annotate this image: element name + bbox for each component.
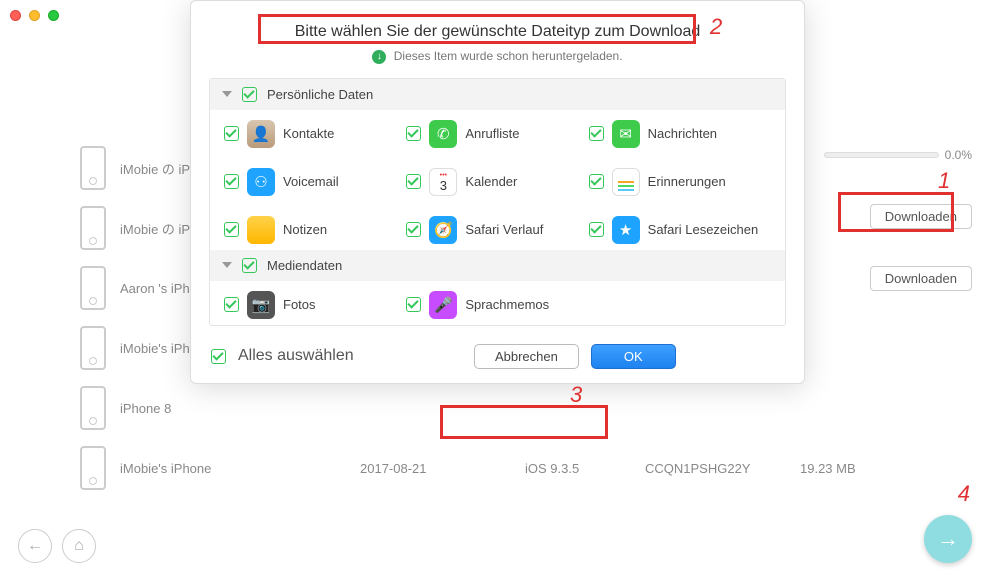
item-label: Fotos [283, 297, 316, 312]
datatype-modal: Bitte wählen Sie der gewünschte Dateityp… [190, 0, 805, 384]
table-row[interactable]: iMobie's iPhone 2017-08-21 iOS 9.3.5 CCQ… [80, 446, 974, 490]
item-label: Notizen [283, 222, 327, 237]
item-label: Nachrichten [648, 126, 717, 141]
section-label: Mediendaten [267, 258, 342, 273]
download-button[interactable]: Downloaden [870, 266, 972, 291]
annotation-number: 3 [570, 382, 582, 408]
item-messages[interactable]: ✉ Nachrichten [589, 120, 771, 148]
checkbox[interactable] [589, 126, 604, 141]
contacts-icon: 👤 [247, 120, 275, 148]
notes-icon [247, 216, 275, 244]
checkbox[interactable] [242, 258, 257, 273]
backup-size: 19.23 MB [800, 461, 856, 476]
phone-icon [80, 266, 106, 310]
device-udid: CCQN1PSHG22Y [645, 461, 750, 476]
checkbox[interactable] [406, 297, 421, 312]
phone-icon [80, 206, 106, 250]
ok-button[interactable]: OK [591, 344, 676, 369]
table-row[interactable]: iPhone 8 [80, 386, 974, 430]
item-reminders[interactable]: Erinnerungen [589, 168, 771, 196]
checkbox[interactable] [224, 297, 239, 312]
device-name: iPhone 8 [120, 401, 300, 416]
checkbox[interactable] [406, 174, 421, 189]
checkbox[interactable] [406, 126, 421, 141]
item-voicemail[interactable]: ⚇ Voicemail [224, 168, 406, 196]
section-personal[interactable]: Persönliche Daten [210, 79, 785, 110]
bottom-nav: ← ⌂ [18, 529, 96, 563]
phone-icon: ✆ [429, 120, 457, 148]
item-label: Safari Verlauf [465, 222, 543, 237]
cancel-button[interactable]: Abbrechen [474, 344, 579, 369]
downloaded-icon: ↓ [372, 50, 386, 64]
phone-icon [80, 446, 106, 490]
progress-pct: 0.0% [945, 148, 972, 162]
checkbox[interactable] [589, 222, 604, 237]
item-calls[interactable]: ✆ Anrufliste [406, 120, 588, 148]
item-safari-bookmarks[interactable]: ★ Safari Lesezeichen [589, 216, 771, 244]
camera-icon: 📷 [247, 291, 275, 319]
reminders-icon [612, 168, 640, 196]
chevron-down-icon [222, 91, 232, 97]
checkbox-select-all[interactable] [211, 349, 226, 364]
item-contacts[interactable]: 👤 Kontakte [224, 120, 406, 148]
voicemail-icon: ⚇ [247, 168, 275, 196]
type-panel: Persönliche Daten 👤Kontakte ✆Anrufliste … [209, 78, 786, 326]
checkbox[interactable] [242, 87, 257, 102]
mic-icon: 🎤 [429, 291, 457, 319]
already-text: Dieses Item wurde schon heruntergeladen. [394, 49, 623, 63]
checkbox[interactable] [224, 126, 239, 141]
section-media[interactable]: Mediendaten [210, 250, 785, 281]
next-button[interactable]: → [924, 515, 972, 563]
ios-version: iOS 9.3.5 [525, 461, 579, 476]
checkbox[interactable] [406, 222, 421, 237]
item-label: Erinnerungen [648, 174, 726, 189]
backup-date: 2017-08-21 [360, 461, 427, 476]
device-name: iMobie's iPhone [120, 461, 300, 476]
annotation-number: 1 [938, 168, 950, 194]
bookmark-icon: ★ [612, 216, 640, 244]
item-label: Kalender [465, 174, 517, 189]
item-label: Voicemail [283, 174, 339, 189]
calendar-icon: •••3 [429, 168, 457, 196]
section-label: Persönliche Daten [267, 87, 373, 102]
safari-icon: 🧭 [429, 216, 457, 244]
home-button[interactable]: ⌂ [62, 529, 96, 563]
item-photos[interactable]: 📷 Fotos [224, 291, 406, 319]
item-label: Anrufliste [465, 126, 519, 141]
item-calendar[interactable]: •••3 Kalender [406, 168, 588, 196]
phone-icon [80, 386, 106, 430]
chevron-down-icon [222, 262, 232, 268]
download-button[interactable]: Downloaden [870, 204, 972, 229]
modal-subtitle: ↓ Dieses Item wurde schon heruntergelade… [191, 49, 804, 64]
item-notes[interactable]: Notizen [224, 216, 406, 244]
item-label: Sprachmemos [465, 297, 549, 312]
item-safari-history[interactable]: 🧭 Safari Verlauf [406, 216, 588, 244]
phone-icon [80, 326, 106, 370]
progress-bar [824, 152, 939, 158]
checkbox[interactable] [589, 174, 604, 189]
checkbox[interactable] [224, 174, 239, 189]
annotation-number: 2 [710, 14, 722, 40]
annotation-number: 4 [958, 481, 970, 507]
checkbox[interactable] [224, 222, 239, 237]
item-label: Safari Lesezeichen [648, 222, 759, 237]
select-all-label: Alles auswählen [238, 347, 354, 365]
phone-icon [80, 146, 106, 190]
back-button[interactable]: ← [18, 529, 52, 563]
item-voicememos[interactable]: 🎤 Sprachmemos [406, 291, 588, 319]
item-label: Kontakte [283, 126, 334, 141]
message-icon: ✉ [612, 120, 640, 148]
